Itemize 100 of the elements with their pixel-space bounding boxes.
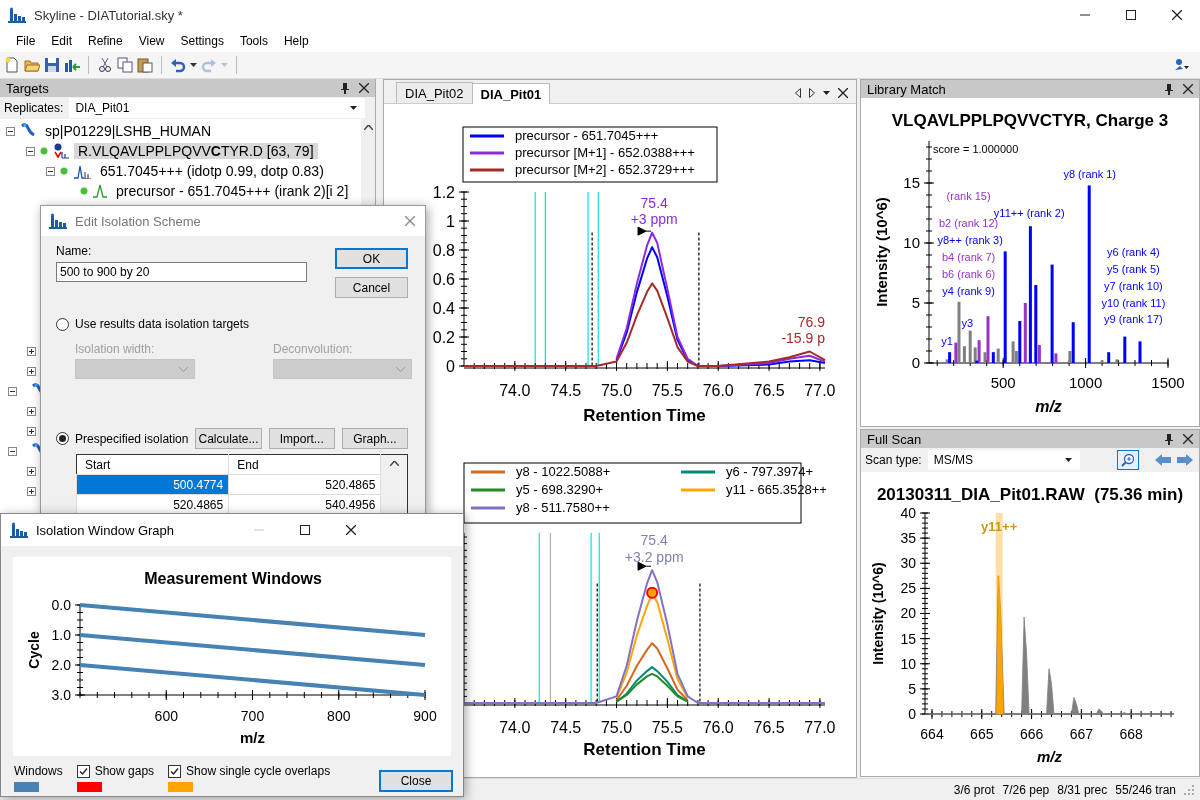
axis-tick-label: 10 (900, 655, 916, 672)
field-label: Name: (56, 244, 93, 258)
annotation-label: y6 (rank 4) (1107, 246, 1160, 259)
axis-tick-label: 900 (413, 708, 437, 724)
axis-tick-label: 75.0 (600, 382, 633, 399)
window-title: Skyline - DIATutorial.sky * (34, 7, 184, 23)
axis-title: m/z (1035, 398, 1062, 415)
axis-title: Intensity (10^6) (869, 562, 886, 665)
axis-tick-label: 76.0 (702, 382, 734, 399)
annotation-label: y3 (961, 317, 973, 329)
axis-tick-label: 1000 (1068, 374, 1103, 391)
annotation-label: y8 (rank 1) (1063, 168, 1116, 181)
status-text: 8/31 prec (1057, 782, 1108, 797)
cancel-button[interactable]: Cancel (335, 277, 408, 298)
axis-title: Cycle (25, 631, 42, 669)
axis-title: Intensity (10^6) (872, 197, 890, 307)
document-tab[interactable]: DIA_Pit02 (396, 82, 473, 103)
legend-label: y8 - 511.7580++ (516, 500, 610, 515)
table-cell[interactable]: 520.4865 (228, 474, 381, 495)
status-text: 7/26 pep (1002, 782, 1050, 797)
axis-tick-label: 0.0 (51, 596, 71, 613)
legend-label: Windows (14, 764, 63, 778)
ok-button[interactable]: OK (335, 248, 408, 269)
axis-tick-label: 1 (446, 212, 455, 230)
tree-item[interactable]: 651.7045+++ (idotp 0.99, dotp 0.83) (96, 163, 328, 179)
field-label: Scan type: (865, 453, 922, 467)
tree-item[interactable]: sp|P01229|LSHB_HUMAN (41, 123, 216, 139)
status-text: 55/246 tran (1115, 782, 1176, 797)
annotation-label: 76.9 (797, 313, 825, 330)
menu-item[interactable]: Refine (80, 32, 131, 50)
replicate-dropdown[interactable]: DIA_Pit01 (69, 98, 365, 118)
annotation-label: y11++ (rank 2) (993, 206, 1065, 219)
annotation-label: 75.4 (640, 194, 668, 211)
axis-tick-label: 0.6 (432, 270, 455, 288)
axis-tick-label: 75.5 (651, 382, 683, 399)
axis-tick-label: 664 (920, 726, 944, 742)
axis-tick-label: 75.5 (651, 719, 683, 736)
axis-title: m/z (240, 729, 265, 746)
axis-tick-label: 74.0 (499, 382, 531, 399)
axis-tick-label: 0.2 (432, 328, 455, 346)
menu-item[interactable]: View (130, 32, 173, 50)
axis-tick-label: 0.4 (432, 299, 455, 317)
axis-tick-label: 40 (900, 504, 916, 521)
legend-label: y8 - 1022.5088+ (516, 464, 611, 479)
close-button[interactable]: Close (379, 770, 453, 792)
axis-tick-label: 77.0 (804, 382, 836, 399)
action-button[interactable]: Import... (268, 428, 335, 449)
axis-tick-label: 0 (908, 705, 916, 722)
annotation-label: y1 (941, 335, 953, 347)
axis-tick-label: 1.0 (51, 626, 71, 643)
axis-tick-label: 666 (1019, 726, 1044, 742)
checkbox-label[interactable]: Show gaps (94, 764, 155, 778)
option-label: Use results data isolation targets (75, 317, 250, 331)
table-cell[interactable]: 500.4774 (76, 474, 229, 495)
annotation-label: y10 (rank 11) (1101, 296, 1166, 309)
field-label: Replicates: (4, 101, 64, 115)
legend-label: precursor - 651.7045+++ (515, 128, 659, 143)
axis-tick-label: 665 (970, 726, 994, 742)
menu-item[interactable]: Help (275, 32, 317, 50)
document-tab[interactable]: DIA_Pit01 (471, 83, 551, 104)
axis-tick-label: 76.5 (753, 382, 785, 399)
axis-tick-label: 74.5 (550, 382, 582, 399)
annotation-label: -15.9 p (781, 329, 825, 346)
tree-item[interactable]: precursor - 651.7045+++ (irank 2)[i 2] (112, 183, 353, 199)
axis-tick-label: 3.0 (51, 686, 71, 703)
axis-tick-label: 74.0 (499, 719, 531, 736)
action-button[interactable]: Calculate... (195, 428, 262, 449)
panel-title: Targets (6, 80, 50, 96)
annotation-label: y4 (rank 9) (942, 284, 995, 297)
axis-tick-label: 668 (1119, 726, 1143, 742)
chart-title: 20130311_DIA_Pit01.RAW (75.36 min) (876, 485, 1184, 504)
status-text: 3/6 prot (953, 782, 995, 797)
menu-item[interactable]: File (8, 32, 44, 50)
annotation-label: score = 1.000000 (933, 143, 1019, 155)
axis-tick-label: 5 (911, 294, 920, 312)
axis-title: Retention Time (583, 740, 706, 759)
axis-tick-label: 5 (908, 680, 916, 697)
tree-item[interactable]: R.VLQAVLPPLPQVVCTYR.D [63, 79] (74, 143, 318, 159)
axis-tick-label: 25 (900, 580, 916, 597)
action-button[interactable]: Graph... (341, 428, 408, 449)
axis-tick-label: 74.5 (550, 719, 582, 736)
annotation-label: y9 (rank 17) (1104, 313, 1163, 326)
axis-tick-label: 15 (903, 174, 920, 192)
menu-item[interactable]: Settings (172, 32, 232, 50)
name-field[interactable]: 500 to 900 by 20 (56, 262, 307, 282)
axis-tick-label: 800 (327, 708, 351, 724)
axis-tick-label: 2.0 (51, 656, 71, 673)
menu-item[interactable]: Tools (231, 32, 276, 50)
option-label: Prespecified isolation (75, 431, 189, 446)
menu-item[interactable]: Edit (43, 32, 81, 50)
axis-tick-label: 15 (900, 630, 916, 647)
legend-label: y6 - 797.3974+ (726, 464, 814, 479)
axis-tick-label: 76.5 (753, 719, 785, 736)
axis-tick-label: 30 (900, 555, 916, 572)
annotation-label: (rank 15) (946, 189, 991, 202)
axis-title: Retention Time (583, 406, 706, 425)
axis-tick-label: 10 (903, 234, 920, 252)
axis-tick-label: 500 (990, 374, 1016, 391)
checkbox-label[interactable]: Show single cycle overlaps (186, 764, 331, 778)
scan-type-dropdown[interactable]: MS/MS (927, 450, 1080, 470)
